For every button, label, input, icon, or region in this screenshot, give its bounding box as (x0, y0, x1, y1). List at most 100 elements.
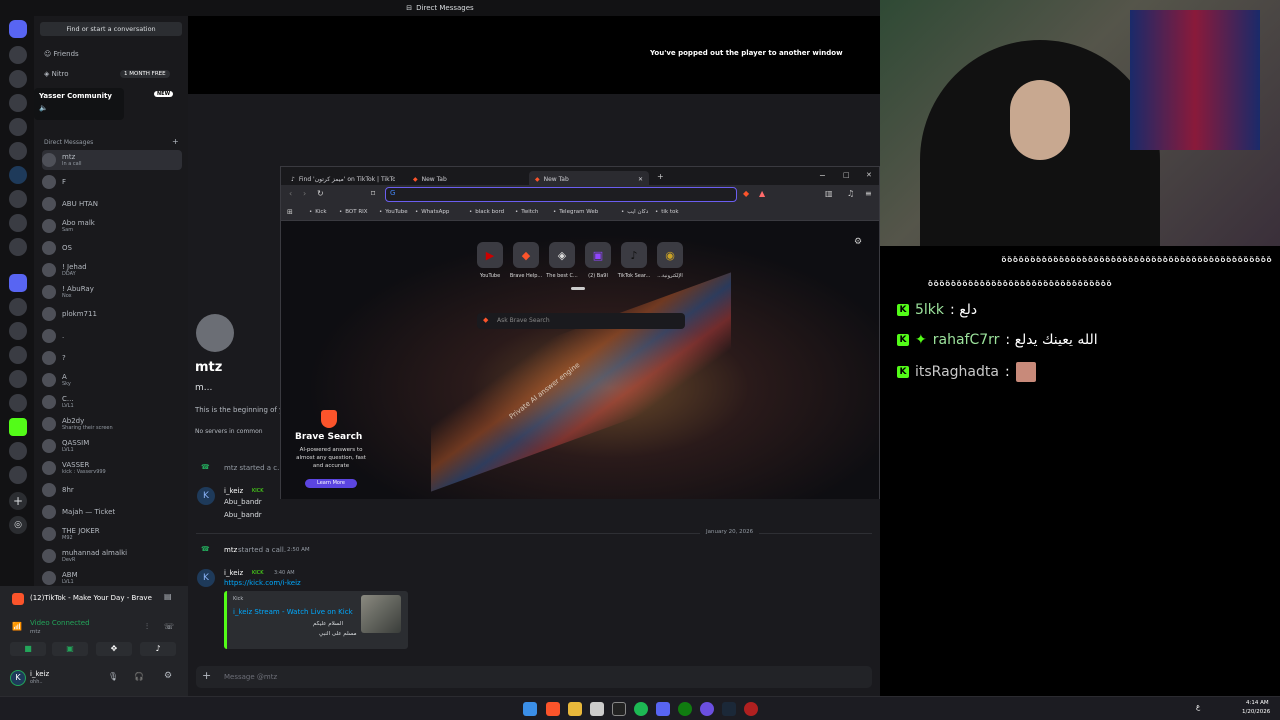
community-tooltip[interactable]: Yasser Community 🔈 (34, 88, 124, 120)
reload-icon[interactable]: ↻ (317, 189, 324, 198)
bookmark-item[interactable]: • WhatsApp (415, 209, 449, 215)
server-icon[interactable] (9, 142, 27, 160)
carousel-dots[interactable] (571, 287, 585, 290)
clock-date[interactable]: 1/20/2026 (1242, 709, 1270, 715)
popout-icon[interactable]: ▤ (164, 592, 172, 601)
brave-search-box[interactable]: ◆ Ask Brave Search (477, 313, 685, 329)
bookmark-item[interactable]: • YouTube (379, 209, 408, 215)
add-dm-icon[interactable]: + (172, 137, 179, 146)
top-site-tile[interactable]: ▶ (477, 242, 503, 268)
activity-title[interactable]: (12)TikTok - Make Your Day - Brave (30, 594, 152, 602)
activities-button[interactable]: ✥ (96, 642, 132, 656)
explore-icon[interactable]: ◎ (9, 516, 27, 534)
dm-item[interactable]: ABM LVL1 (42, 568, 182, 588)
msg-author[interactable]: i_keiz (224, 569, 243, 577)
app-icon[interactable] (612, 702, 626, 716)
xbox-icon[interactable] (678, 702, 692, 716)
newtab-settings-icon[interactable]: ⚙ (854, 237, 862, 247)
dm-item[interactable]: QASSIM LVL1 (42, 436, 182, 456)
dm-item[interactable]: ? (42, 348, 182, 368)
dm-item[interactable]: Abo malk Sam (42, 216, 182, 236)
app-icon[interactable] (744, 702, 758, 716)
bookmark-item[interactable]: • دكان ايب (621, 209, 648, 215)
store-icon[interactable] (590, 702, 604, 716)
link-embed[interactable]: Kick i_keiz Stream - Watch Live on Kick … (224, 591, 408, 649)
voice-status[interactable]: Video Connected (30, 619, 90, 627)
call-author[interactable]: mtz (224, 546, 237, 554)
bookmark-item[interactable]: • Telegram Web (553, 209, 598, 215)
dm-item[interactable]: muhannad almalki DevR (42, 546, 182, 566)
server-icon[interactable] (9, 322, 27, 340)
bookmark-item[interactable]: • black bord (469, 209, 504, 215)
server-icon[interactable] (9, 46, 27, 64)
dm-item[interactable]: ! AbuRay Nox (42, 282, 182, 302)
server-icon[interactable] (9, 70, 27, 88)
msg-author[interactable]: i_keiz (224, 487, 243, 495)
top-site-tile[interactable]: ◆ (513, 242, 539, 268)
user-name[interactable]: i_keiz (30, 670, 49, 678)
server-icon[interactable] (9, 466, 27, 484)
attach-icon[interactable]: + (202, 669, 211, 682)
server-icon[interactable] (9, 346, 27, 364)
dm-item[interactable]: ABU HTAN (42, 194, 182, 214)
menu-icon[interactable]: ≡ (865, 189, 872, 198)
dm-item[interactable]: Ab2dy Sharing their screen (42, 414, 182, 434)
bookmark-item[interactable]: • Twitch (515, 209, 538, 215)
dm-item[interactable]: 8hr (42, 480, 182, 500)
bookmark-item[interactable]: • tik tok (655, 209, 679, 215)
kick-server-icon[interactable] (9, 418, 27, 436)
screenshare-button[interactable]: ▣ (52, 642, 88, 656)
rewards-icon[interactable]: ▲ (759, 189, 765, 198)
top-site-tile[interactable]: ♪ (621, 242, 647, 268)
bookmark-item[interactable]: • Kick (309, 209, 327, 215)
bookmark-icon[interactable]: ⌑ (371, 189, 375, 198)
steam-icon[interactable] (722, 702, 736, 716)
forward-icon[interactable]: › (303, 189, 306, 198)
dm-item[interactable]: A Sky (42, 370, 182, 390)
minimize-button[interactable]: − (819, 171, 826, 180)
dm-item[interactable]: THE JOKER M92 (42, 524, 182, 544)
dm-item[interactable]: plokm711 (42, 304, 182, 324)
top-site-tile[interactable]: ▣ (585, 242, 611, 268)
dm-item[interactable]: VASSER kick : Vasserv999 (42, 458, 182, 478)
server-icon[interactable] (9, 274, 27, 292)
dm-item[interactable]: Majah — Ticket (42, 502, 182, 522)
dm-item[interactable]: OS (42, 238, 182, 258)
friends-nav[interactable]: ☺ Friends (44, 50, 79, 58)
headset-icon[interactable]: 🎧 (134, 672, 144, 681)
dm-item[interactable]: ! Jehad DDAY (42, 260, 182, 280)
close-icon[interactable]: ✕ (638, 176, 643, 183)
server-icon[interactable] (9, 394, 27, 412)
sidebar-toggle-icon[interactable]: ▥ (825, 189, 833, 198)
window-close-button[interactable]: ✕ (866, 171, 872, 179)
search-input[interactable]: Find or start a conversation (40, 22, 182, 36)
nitro-nav[interactable]: ◈ Nitro (44, 70, 69, 78)
message-input[interactable]: + Message @mtz (196, 666, 872, 688)
maximize-button[interactable]: □ (843, 171, 850, 179)
soundboard-button[interactable]: ♪ (140, 642, 176, 656)
brave-shields-icon[interactable]: ◆ (743, 189, 749, 198)
dm-item[interactable]: . (42, 326, 182, 346)
server-icon[interactable] (9, 298, 27, 316)
server-icon[interactable] (9, 442, 27, 460)
embed-title[interactable]: i_keiz Stream - Watch Live on Kick (233, 608, 353, 616)
folder-icon[interactable] (568, 702, 582, 716)
clock-time[interactable]: 4:14 AM (1246, 700, 1269, 706)
learn-more-button[interactable]: Learn More (305, 479, 357, 488)
server-icon[interactable] (9, 238, 27, 256)
dm-item[interactable]: mtz In a call (42, 150, 182, 170)
server-icon[interactable] (9, 370, 27, 388)
top-site-tile[interactable]: ◉ (657, 242, 683, 268)
brave-taskbar-icon[interactable] (546, 702, 560, 716)
bookmark-item[interactable]: • BOT RIX (339, 209, 368, 215)
spotify-icon[interactable] (634, 702, 648, 716)
apps-icon[interactable]: ⊞ (287, 208, 293, 216)
noise-icon[interactable]: ⫶ (146, 622, 148, 632)
add-server-icon[interactable]: + (9, 492, 27, 510)
camera-button[interactable]: ■ (10, 642, 46, 656)
msg-link[interactable]: https://kick.com/i-keiz (224, 579, 301, 587)
server-icon[interactable] (9, 118, 27, 136)
dm-item[interactable]: F (42, 172, 182, 192)
server-icon[interactable] (9, 94, 27, 112)
server-icon[interactable] (9, 214, 27, 232)
